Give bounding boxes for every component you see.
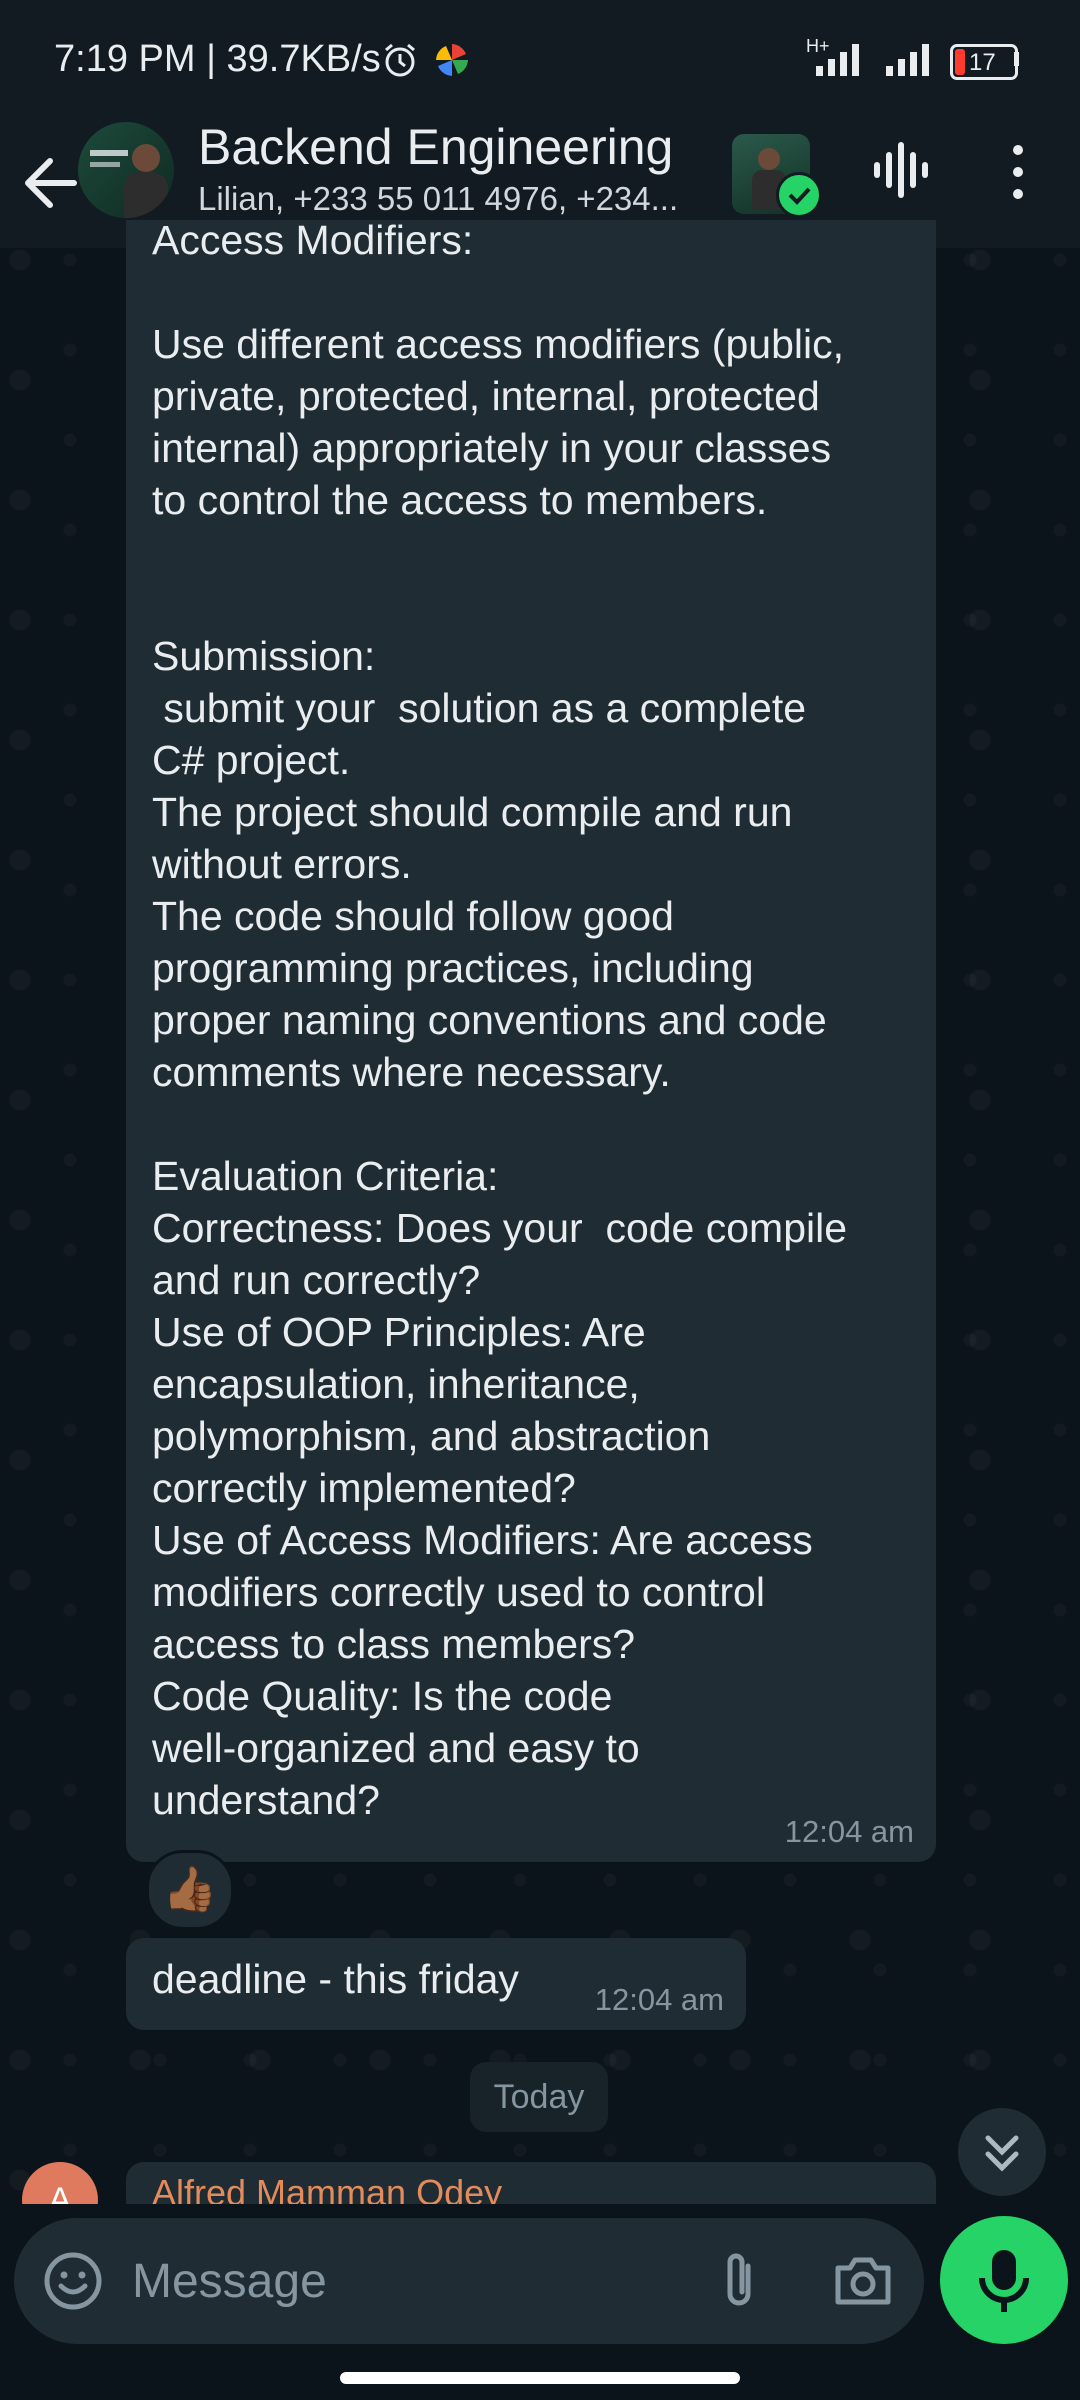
message-line: submit your solution as a complete [152,685,807,731]
message-line: C# project. [152,737,351,783]
camera-icon[interactable] [830,2248,896,2314]
message-line: Access Modifiers: [152,217,474,263]
message-line: comments where necessary. [152,1049,671,1095]
microphone-icon [979,2250,1029,2312]
message-line: Submission: [152,633,376,679]
message-line: Code Quality: Is the code [152,1673,613,1719]
more-options-icon[interactable] [1000,142,1036,202]
message-line: and run correctly? [152,1257,481,1303]
home-indicator[interactable] [340,2372,740,2384]
voice-message-button[interactable] [940,2216,1068,2344]
message-line: Correctness: Does your code compile [152,1205,848,1251]
message-composer [14,2218,924,2344]
voice-chat-icon[interactable] [870,140,940,200]
message-line: internal) appropriately in your classes [152,425,832,471]
signal-icon-2 [886,44,929,76]
battery-icon: 17 [950,44,1018,80]
message-line: to control the access to members. [152,477,768,523]
message-line: understand? [152,1777,380,1823]
message-line: The code should follow good [152,893,674,939]
message-line: private, protected, internal, protected [152,373,820,419]
status-check-icon [776,172,822,218]
status-time-speed: 7:19 PM | 39.7KB/s [54,38,381,80]
message-timestamp: 12:04 am [784,1814,914,1849]
message-line: well-organized and easy to [152,1725,640,1771]
signal-icon [816,44,859,76]
message-line: The project should compile and run [152,789,793,835]
back-arrow-icon[interactable] [20,148,80,218]
date-divider: Today [470,2062,608,2132]
chat-participants[interactable]: Lilian, +233 55 011 4976, +234... [198,180,698,218]
attach-icon[interactable] [714,2248,764,2314]
emoji-icon[interactable] [40,2248,106,2314]
message-line: Use different access modifiers (public, [152,321,844,367]
battery-level: 17 [969,49,996,76]
message-line: without errors. [152,841,412,887]
group-avatar[interactable] [78,122,174,218]
message-line: proper naming conventions and code [152,997,827,1043]
message-input[interactable] [130,2242,694,2320]
message-line: modifiers correctly used to control [152,1569,765,1615]
message-line: programming practices, including [152,945,754,991]
message-bubble-deadline[interactable]: deadline - this friday 12:04 am [126,1938,746,2030]
message-bubble-assignment[interactable]: Access Modifiers: Use different access mo… [126,217,936,1862]
message-timestamp: 12:04 am [594,1982,724,2017]
message-line: Use of Access Modifiers: Are access [152,1517,813,1563]
message-line: encapsulation, inheritance, [152,1361,640,1407]
pinwheel-icon [436,44,468,76]
scroll-to-bottom-button[interactable] [958,2108,1046,2196]
message-line: Use of OOP Principles: Are [152,1309,646,1355]
alarm-icon [385,43,415,77]
message-line: Evaluation Criteria: [152,1153,499,1199]
double-chevron-down-icon [985,2135,1019,2172]
message-line: polymorphism, and abstraction [152,1413,711,1459]
message-line: correctly implemented? [152,1465,576,1511]
status-bar: 7:19 PM | 39.7KB/s H+ 17 [0,0,1080,118]
message-line: access to class members? [152,1621,636,1667]
message-text: deadline - this friday [152,1956,519,2002]
reaction-thumbs-up[interactable]: 👍🏾 [146,1850,234,1930]
chat-title[interactable]: Backend Engineering [198,118,673,176]
